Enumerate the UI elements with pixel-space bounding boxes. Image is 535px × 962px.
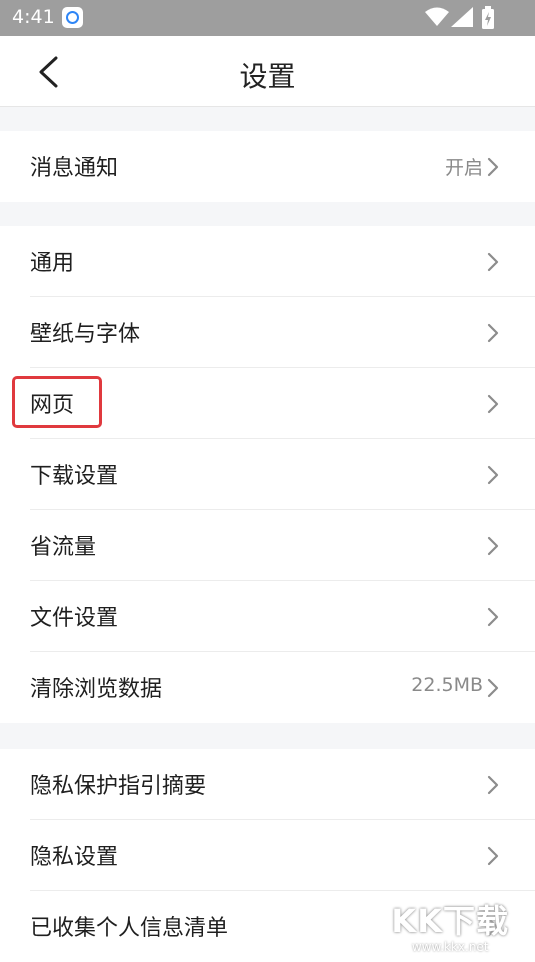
row-value: 22.5MB <box>411 674 483 696</box>
settings-row-notifications[interactable]: 消息通知 开启 <box>0 131 535 202</box>
annotation-highlight-box <box>12 376 102 428</box>
chevron-right-icon <box>487 775 499 795</box>
general-settings-group: 通用 壁纸与字体 网页 下载设置 省流量 文件设置 清除浏览数据 22.5MB <box>0 226 535 723</box>
chevron-right-icon <box>487 678 499 698</box>
row-label: 省流量 <box>30 535 97 560</box>
row-label: 消息通知 <box>30 156 119 181</box>
row-label: 已收集个人信息清单 <box>30 916 229 941</box>
settings-row-file[interactable]: 文件设置 <box>0 581 535 652</box>
chevron-right-icon <box>487 157 499 177</box>
settings-row-data-saver[interactable]: 省流量 <box>0 510 535 581</box>
wifi-icon <box>425 7 449 31</box>
row-label: 下载设置 <box>30 464 119 489</box>
chevron-right-icon <box>487 465 499 485</box>
row-label: 隐私设置 <box>30 845 119 870</box>
watermark: KK下载 www.kkx.net <box>391 896 509 954</box>
row-label: 隐私保护指引摘要 <box>30 774 207 799</box>
settings-row-wallpaper-font[interactable]: 壁纸与字体 <box>0 297 535 368</box>
settings-row-general[interactable]: 通用 <box>0 226 535 297</box>
row-label: 文件设置 <box>30 606 119 631</box>
chevron-right-icon <box>487 846 499 866</box>
row-label: 通用 <box>30 251 75 276</box>
settings-row-privacy[interactable]: 隐私设置 <box>0 820 535 891</box>
settings-row-privacy-summary[interactable]: 隐私保护指引摘要 <box>0 749 535 820</box>
row-label: 清除浏览数据 <box>30 677 163 702</box>
watermark-brand: KK下载 <box>391 902 509 940</box>
chevron-right-icon <box>487 394 499 414</box>
battery-icon <box>481 6 495 34</box>
notification-group: 消息通知 开启 <box>0 131 535 202</box>
title-bar: 设置 <box>0 36 535 107</box>
status-time: 4:41 <box>12 6 55 28</box>
chevron-right-icon <box>487 607 499 627</box>
chevron-right-icon <box>487 323 499 343</box>
watermark-url: www.kkx.net <box>411 940 489 954</box>
chevron-right-icon <box>487 252 499 272</box>
page-title: 设置 <box>239 60 296 93</box>
signal-icon <box>451 7 473 31</box>
row-value: 开启 <box>444 157 483 179</box>
app-notification-icon <box>62 7 83 28</box>
settings-row-clear-data[interactable]: 清除浏览数据 22.5MB <box>0 652 535 723</box>
settings-row-download[interactable]: 下载设置 <box>0 439 535 510</box>
row-label: 壁纸与字体 <box>30 322 141 347</box>
chevron-right-icon <box>487 536 499 556</box>
status-bar: 4:41 <box>0 0 535 36</box>
